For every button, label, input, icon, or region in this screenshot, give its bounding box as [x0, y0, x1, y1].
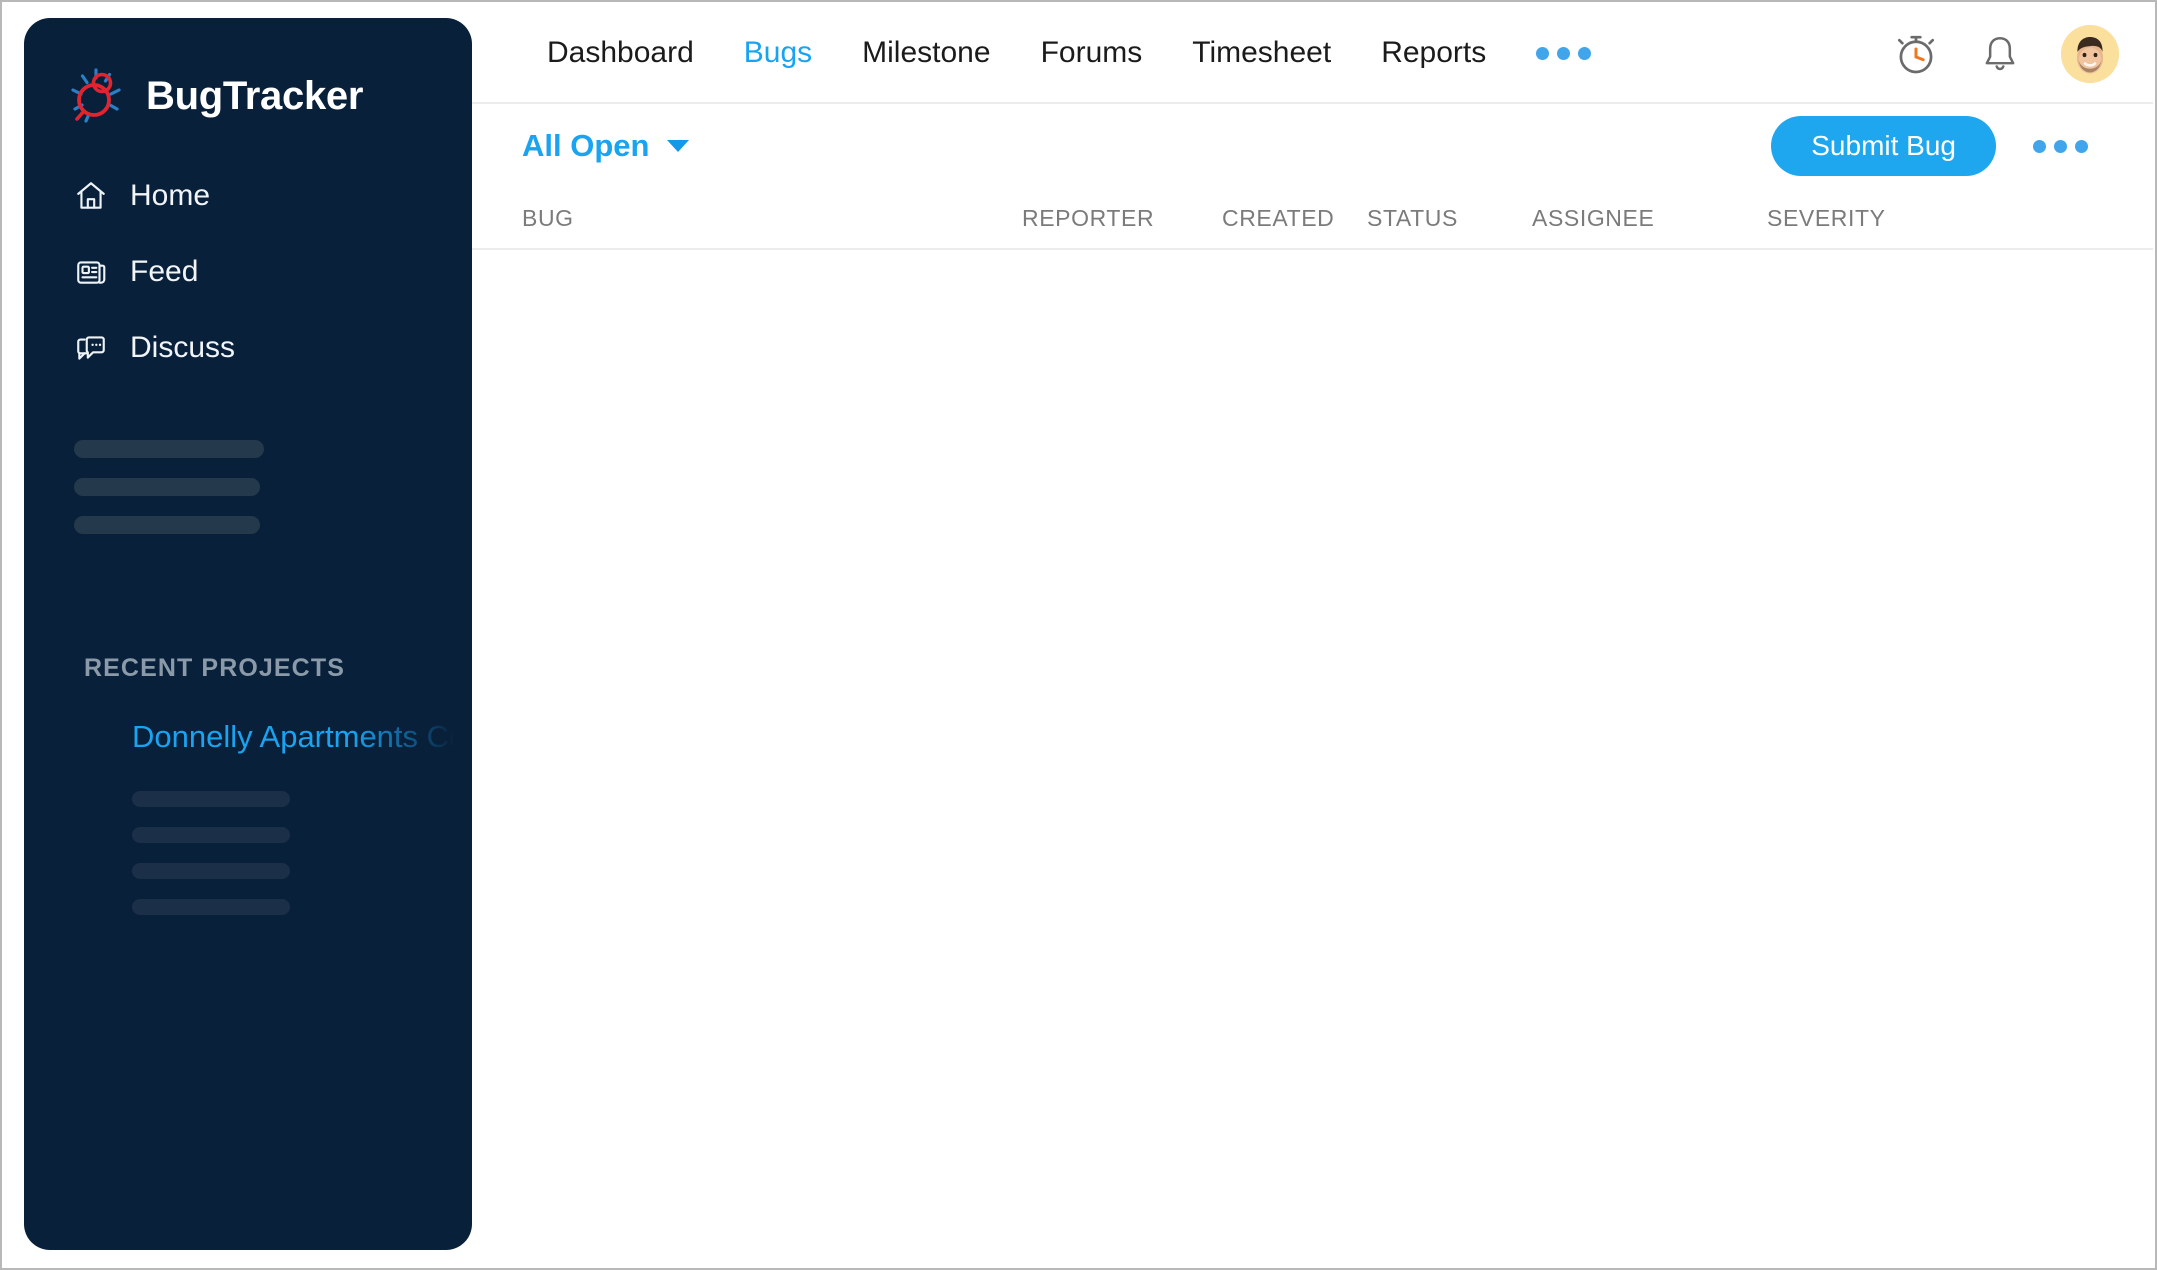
- bug-icon: [64, 64, 128, 128]
- sidebar: BugTracker Home: [24, 18, 472, 1250]
- sidebar-loading-placeholders: [24, 440, 472, 534]
- submit-bug-button[interactable]: Submit Bug: [1771, 116, 1996, 176]
- column-header-status[interactable]: STATUS: [1367, 205, 1532, 232]
- sidebar-item-label: Feed: [130, 255, 198, 289]
- column-header-created[interactable]: CREATED: [1222, 205, 1367, 232]
- brand[interactable]: BugTracker: [24, 18, 472, 128]
- placeholder-bar: [132, 863, 290, 879]
- recent-projects-header: RECENT PROJECTS: [24, 654, 472, 683]
- filter-bar-actions: Submit Bug: [1771, 104, 2113, 188]
- dot: [2075, 140, 2088, 153]
- sidebar-item-label: Home: [130, 179, 210, 213]
- filter-action-bar: All Open Submit Bug: [472, 104, 2153, 188]
- app-title: BugTracker: [146, 74, 363, 119]
- placeholder-bar: [74, 516, 260, 534]
- chevron-down-icon: [667, 140, 689, 152]
- placeholder-bar: [74, 440, 264, 458]
- dot: [1536, 47, 1549, 60]
- recent-project-label: Donnelly Apartments Co: [132, 719, 466, 754]
- tab-reports[interactable]: Reports: [1356, 36, 1511, 70]
- placeholder-bar: [74, 478, 260, 496]
- dot: [2033, 140, 2046, 153]
- sidebar-item-discuss[interactable]: Discuss: [24, 318, 472, 378]
- tab-forums[interactable]: Forums: [1016, 36, 1168, 70]
- column-header-severity[interactable]: SEVERITY: [1767, 205, 1917, 232]
- avatar[interactable]: [2061, 25, 2119, 83]
- column-header-assignee[interactable]: ASSIGNEE: [1532, 205, 1767, 232]
- main-content: Dashboard Bugs Milestone Forums Timeshee…: [472, 4, 2153, 1266]
- nav-overflow-menu-icon[interactable]: [1511, 47, 1616, 60]
- app-window: BugTracker Home: [0, 0, 2157, 1270]
- sidebar-item-feed[interactable]: Feed: [24, 242, 472, 302]
- dot: [1578, 47, 1591, 60]
- tab-milestone[interactable]: Milestone: [837, 36, 1015, 70]
- top-nav-tabs: Dashboard Bugs Milestone Forums Timeshee…: [472, 36, 1616, 70]
- recent-project-item[interactable]: Donnelly Apartments Co: [24, 719, 472, 763]
- chat-bubbles-icon: [74, 331, 108, 365]
- newspaper-icon: [74, 255, 108, 289]
- filter-overflow-menu-icon[interactable]: [2008, 140, 2113, 153]
- sidebar-item-label: Discuss: [130, 331, 235, 365]
- dot: [1557, 47, 1570, 60]
- placeholder-bar: [132, 899, 290, 915]
- tab-bugs[interactable]: Bugs: [719, 36, 837, 70]
- filter-dropdown-label: All Open: [522, 128, 649, 164]
- bug-table-header: BUG REPORTER CREATED STATUS ASSIGNEE SEV…: [472, 188, 2153, 250]
- column-header-bug[interactable]: BUG: [522, 205, 1022, 232]
- placeholder-bar: [132, 827, 290, 843]
- top-navigation-bar: Dashboard Bugs Milestone Forums Timeshee…: [472, 4, 2153, 104]
- stopwatch-icon[interactable]: [1893, 31, 1939, 77]
- home-icon: [74, 179, 108, 213]
- bell-icon[interactable]: [1979, 33, 2021, 75]
- tab-timesheet[interactable]: Timesheet: [1167, 36, 1356, 70]
- recent-projects-placeholders: [24, 791, 472, 915]
- sidebar-nav: Home Feed: [24, 166, 472, 378]
- top-bar-actions: [1893, 4, 2119, 104]
- placeholder-bar: [132, 791, 290, 807]
- tab-dashboard[interactable]: Dashboard: [522, 36, 719, 70]
- filter-dropdown[interactable]: All Open: [472, 128, 689, 164]
- sidebar-item-home[interactable]: Home: [24, 166, 472, 226]
- column-header-reporter[interactable]: REPORTER: [1022, 205, 1222, 232]
- bug-table-body: [472, 250, 2153, 1190]
- dot: [2054, 140, 2067, 153]
- avatar-image: [2061, 25, 2119, 83]
